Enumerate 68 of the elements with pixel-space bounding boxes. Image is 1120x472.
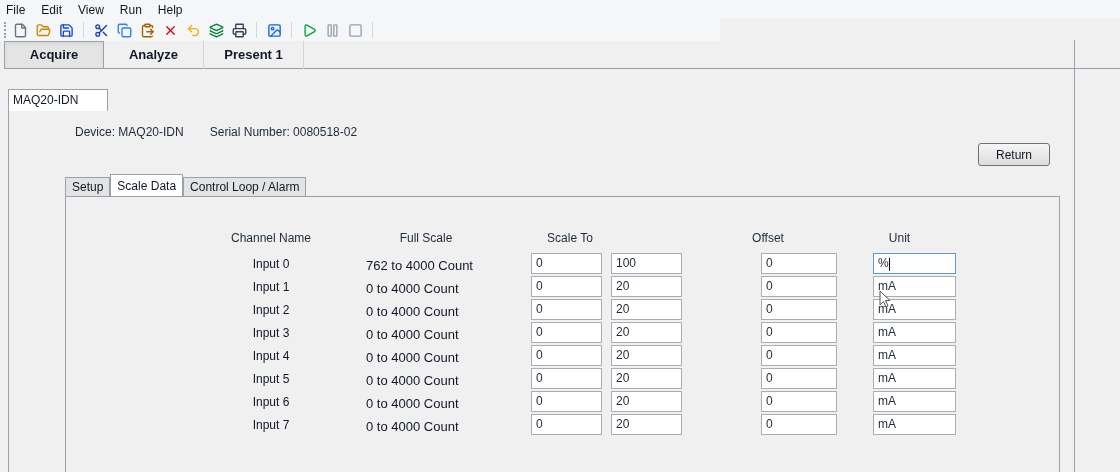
text-field[interactable]: 0 (761, 299, 837, 321)
text-field[interactable]: 0 (761, 345, 837, 367)
column-header: Scale To (546, 230, 594, 247)
full-scale-text: 0 to 4000 Count (366, 326, 460, 344)
serial-number-label: Serial Number: 0080518-02 (209, 124, 358, 141)
menu-item[interactable]: Edit (41, 0, 63, 19)
text-field[interactable]: 0 (761, 368, 837, 390)
column-header: Offset (751, 230, 785, 247)
column-header: Channel Name (229, 230, 312, 247)
text-field[interactable]: 0 (761, 414, 837, 436)
column-header: Full Scale (398, 230, 454, 247)
tab[interactable]: Scale Data (110, 174, 184, 196)
text-field[interactable]: 0 (761, 253, 837, 275)
document-tab[interactable]: MAQ20-IDN (8, 89, 108, 111)
text-field[interactable]: 0 (531, 253, 602, 275)
channel-name: Input 6 (251, 393, 291, 411)
full-scale-text: 0 to 4000 Count (366, 418, 460, 436)
channel-name: Input 4 (251, 347, 291, 365)
text-field[interactable]: % (873, 253, 956, 275)
text-field[interactable]: 0 (531, 276, 602, 298)
full-scale-text: 0 to 4000 Count (366, 303, 460, 321)
text-field[interactable]: 20 (611, 322, 682, 344)
text-field[interactable]: 0 (761, 322, 837, 344)
text-field[interactable]: 100 (611, 253, 682, 275)
text-field[interactable]: 20 (611, 299, 682, 321)
text-field[interactable]: 20 (611, 368, 682, 390)
tab[interactable]: Control Loop / Alarm (183, 177, 307, 196)
channel-name: Input 7 (251, 416, 291, 434)
menu-item[interactable]: View (78, 0, 104, 19)
text-field[interactable]: mA (873, 391, 956, 413)
return-button[interactable]: Return (978, 143, 1050, 166)
text-field[interactable]: mA (873, 368, 956, 390)
text-field[interactable]: mA (873, 345, 956, 367)
text-field[interactable]: mA (873, 299, 956, 321)
text-field[interactable]: 20 (611, 345, 682, 367)
tab[interactable]: Setup (65, 177, 111, 196)
mode-tab[interactable]: Acquire (4, 41, 104, 69)
full-scale-text: 0 to 4000 Count (366, 372, 460, 390)
text-field[interactable]: 0 (761, 391, 837, 413)
menu-item[interactable]: File (6, 0, 26, 19)
text-field[interactable]: 20 (611, 276, 682, 298)
channel-name: Input 0 (251, 255, 291, 273)
text-field[interactable]: 0 (531, 414, 602, 436)
full-scale-text: 0 to 4000 Count (366, 280, 460, 298)
text-field[interactable]: 20 (611, 414, 682, 436)
channel-name: Input 1 (251, 278, 291, 296)
full-scale-text: 762 to 4000 Count (366, 257, 474, 275)
text-field[interactable]: mA (873, 276, 956, 298)
text-field[interactable]: 0 (531, 391, 602, 413)
text-field[interactable]: 0 (531, 322, 602, 344)
text-field[interactable]: 0 (531, 299, 602, 321)
mode-tab[interactable]: Analyze (104, 41, 204, 69)
mode-tab[interactable]: Present 1 (204, 41, 304, 69)
column-header: Unit (887, 230, 912, 247)
full-scale-text: 0 to 4000 Count (366, 395, 460, 413)
text-field[interactable]: 0 (761, 276, 837, 298)
text-field[interactable]: 0 (531, 368, 602, 390)
channel-name: Input 3 (251, 324, 291, 342)
text-field[interactable]: 20 (611, 391, 682, 413)
text-field[interactable]: mA (873, 414, 956, 436)
channel-name: Input 2 (251, 301, 291, 319)
channel-name: Input 5 (251, 370, 291, 388)
full-scale-text: 0 to 4000 Count (366, 349, 460, 367)
text-field[interactable]: 0 (531, 345, 602, 367)
text-field[interactable]: mA (873, 322, 956, 344)
device-label: Device: MAQ20-IDN (75, 124, 184, 141)
menu-item[interactable]: Help (157, 0, 183, 19)
menu-item[interactable]: Run (119, 0, 142, 19)
